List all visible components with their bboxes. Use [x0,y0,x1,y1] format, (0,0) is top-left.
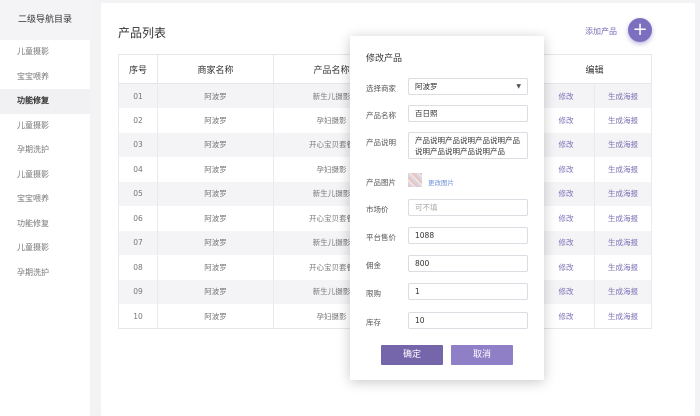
sidebar-item-children-photo-4[interactable]: 儿童摄影 [0,236,90,261]
change-image-link[interactable]: 更改图片 [428,177,454,187]
caret-down-icon: ▼ [516,83,521,90]
platform-price-input[interactable]: 1088 [408,227,528,244]
cell-merchant: 阿波罗 [157,83,274,108]
sidebar-item-function-repair[interactable]: 功能修复 [0,89,90,114]
cell-no: 02 [118,108,158,133]
cell-merchant: 阿波罗 [157,157,274,182]
poster-link[interactable]: 生成海报 [593,304,653,329]
sidebar-title: 二级导航目录 [0,0,90,40]
add-product-button[interactable]: + [628,18,652,42]
cell-no: 07 [118,230,158,255]
cell-merchant: 阿波罗 [157,181,274,206]
poster-link[interactable]: 生成海报 [593,181,653,206]
poster-link[interactable]: 生成海报 [593,157,653,182]
poster-link[interactable]: 生成海报 [593,279,653,304]
edit-link[interactable]: 修改 [537,157,595,182]
desc-label: 产品说明 [366,138,396,147]
sidebar: 二级导航目录 儿童摄影 宝宝喂养 功能修复 儿童摄影 孕期洗护 儿童摄影 宝宝喂… [0,0,90,416]
sidebar-item-function-repair-2[interactable]: 功能修复 [0,212,90,237]
edit-link[interactable]: 修改 [537,181,595,206]
add-product-link[interactable]: 添加产品 [585,26,617,37]
cell-no: 05 [118,181,158,206]
sidebar-item-children-photo[interactable]: 儿童摄影 [0,40,90,65]
edit-link[interactable]: 修改 [537,108,595,133]
edit-link[interactable]: 修改 [537,83,595,108]
product-name-input[interactable]: 百日照 [408,105,528,122]
cell-no: 08 [118,255,158,280]
cell-merchant: 阿波罗 [157,230,274,255]
limit-label: 限购 [366,289,381,298]
poster-link[interactable]: 生成海报 [593,255,653,280]
merchant-label: 选择商家 [366,84,396,93]
plus-icon: + [632,19,648,40]
product-image-thumbnail [408,173,422,187]
sidebar-item-children-photo-2[interactable]: 儿童摄影 [0,114,90,139]
poster-link[interactable]: 生成海报 [593,230,653,255]
merchant-select-value: 阿波罗 [415,82,438,91]
stock-input[interactable]: 10 [408,312,528,329]
name-label: 产品名称 [366,111,396,120]
cell-no: 01 [118,83,158,108]
cell-no: 10 [118,304,158,329]
market-price-label: 市场价 [366,205,389,214]
column-header-merchant: 商家名称 [157,54,274,84]
cell-no: 09 [118,279,158,304]
edit-link[interactable]: 修改 [537,230,595,255]
poster-link[interactable]: 生成海报 [593,206,653,231]
page-title: 产品列表 [118,26,167,40]
commission-label: 佣金 [366,261,381,270]
edit-product-dialog: 修改产品 选择商家 阿波罗 ▼ 产品名称 百日照 产品说明 产品说明产品说明产品… [350,36,544,380]
sidebar-item-pregnancy-care[interactable]: 孕期洗护 [0,138,90,163]
cancel-button[interactable]: 取消 [451,345,513,365]
cell-merchant: 阿波罗 [157,255,274,280]
commission-input[interactable]: 800 [408,255,528,272]
cell-merchant: 阿波罗 [157,108,274,133]
sidebar-item-baby-feeding[interactable]: 宝宝喂养 [0,65,90,90]
cell-merchant: 阿波罗 [157,132,274,157]
edit-link[interactable]: 修改 [537,304,595,329]
cell-no: 04 [118,157,158,182]
dialog-title: 修改产品 [366,54,403,64]
edit-link[interactable]: 修改 [537,255,595,280]
platform-price-label: 平台售价 [366,233,396,242]
cell-no: 06 [118,206,158,231]
sidebar-item-pregnancy-care-2[interactable]: 孕期洗护 [0,261,90,286]
edit-link[interactable]: 修改 [537,132,595,157]
limit-input[interactable]: 1 [408,283,528,300]
product-desc-textarea[interactable]: 产品说明产品说明产品说明产品说明产品说明产品说明产品 [408,132,528,159]
edit-link[interactable]: 修改 [537,206,595,231]
sidebar-item-baby-feeding-2[interactable]: 宝宝喂养 [0,187,90,212]
cell-merchant: 阿波罗 [157,206,274,231]
column-header-no: 序号 [118,54,158,84]
merchant-select[interactable]: 阿波罗 ▼ [408,78,528,95]
poster-link[interactable]: 生成海报 [593,83,653,108]
sidebar-item-children-photo-3[interactable]: 儿童摄影 [0,163,90,188]
poster-link[interactable]: 生成海报 [593,108,653,133]
confirm-button[interactable]: 确定 [381,345,443,365]
column-header-edit: 编辑 [536,54,653,84]
image-label: 产品图片 [366,178,396,187]
market-price-input[interactable]: 可不填 [408,199,528,216]
stock-label: 库存 [366,318,381,327]
cell-merchant: 阿波罗 [157,279,274,304]
poster-link[interactable]: 生成海报 [593,132,653,157]
cell-no: 03 [118,132,158,157]
edit-link[interactable]: 修改 [537,279,595,304]
cell-merchant: 阿波罗 [157,304,274,329]
